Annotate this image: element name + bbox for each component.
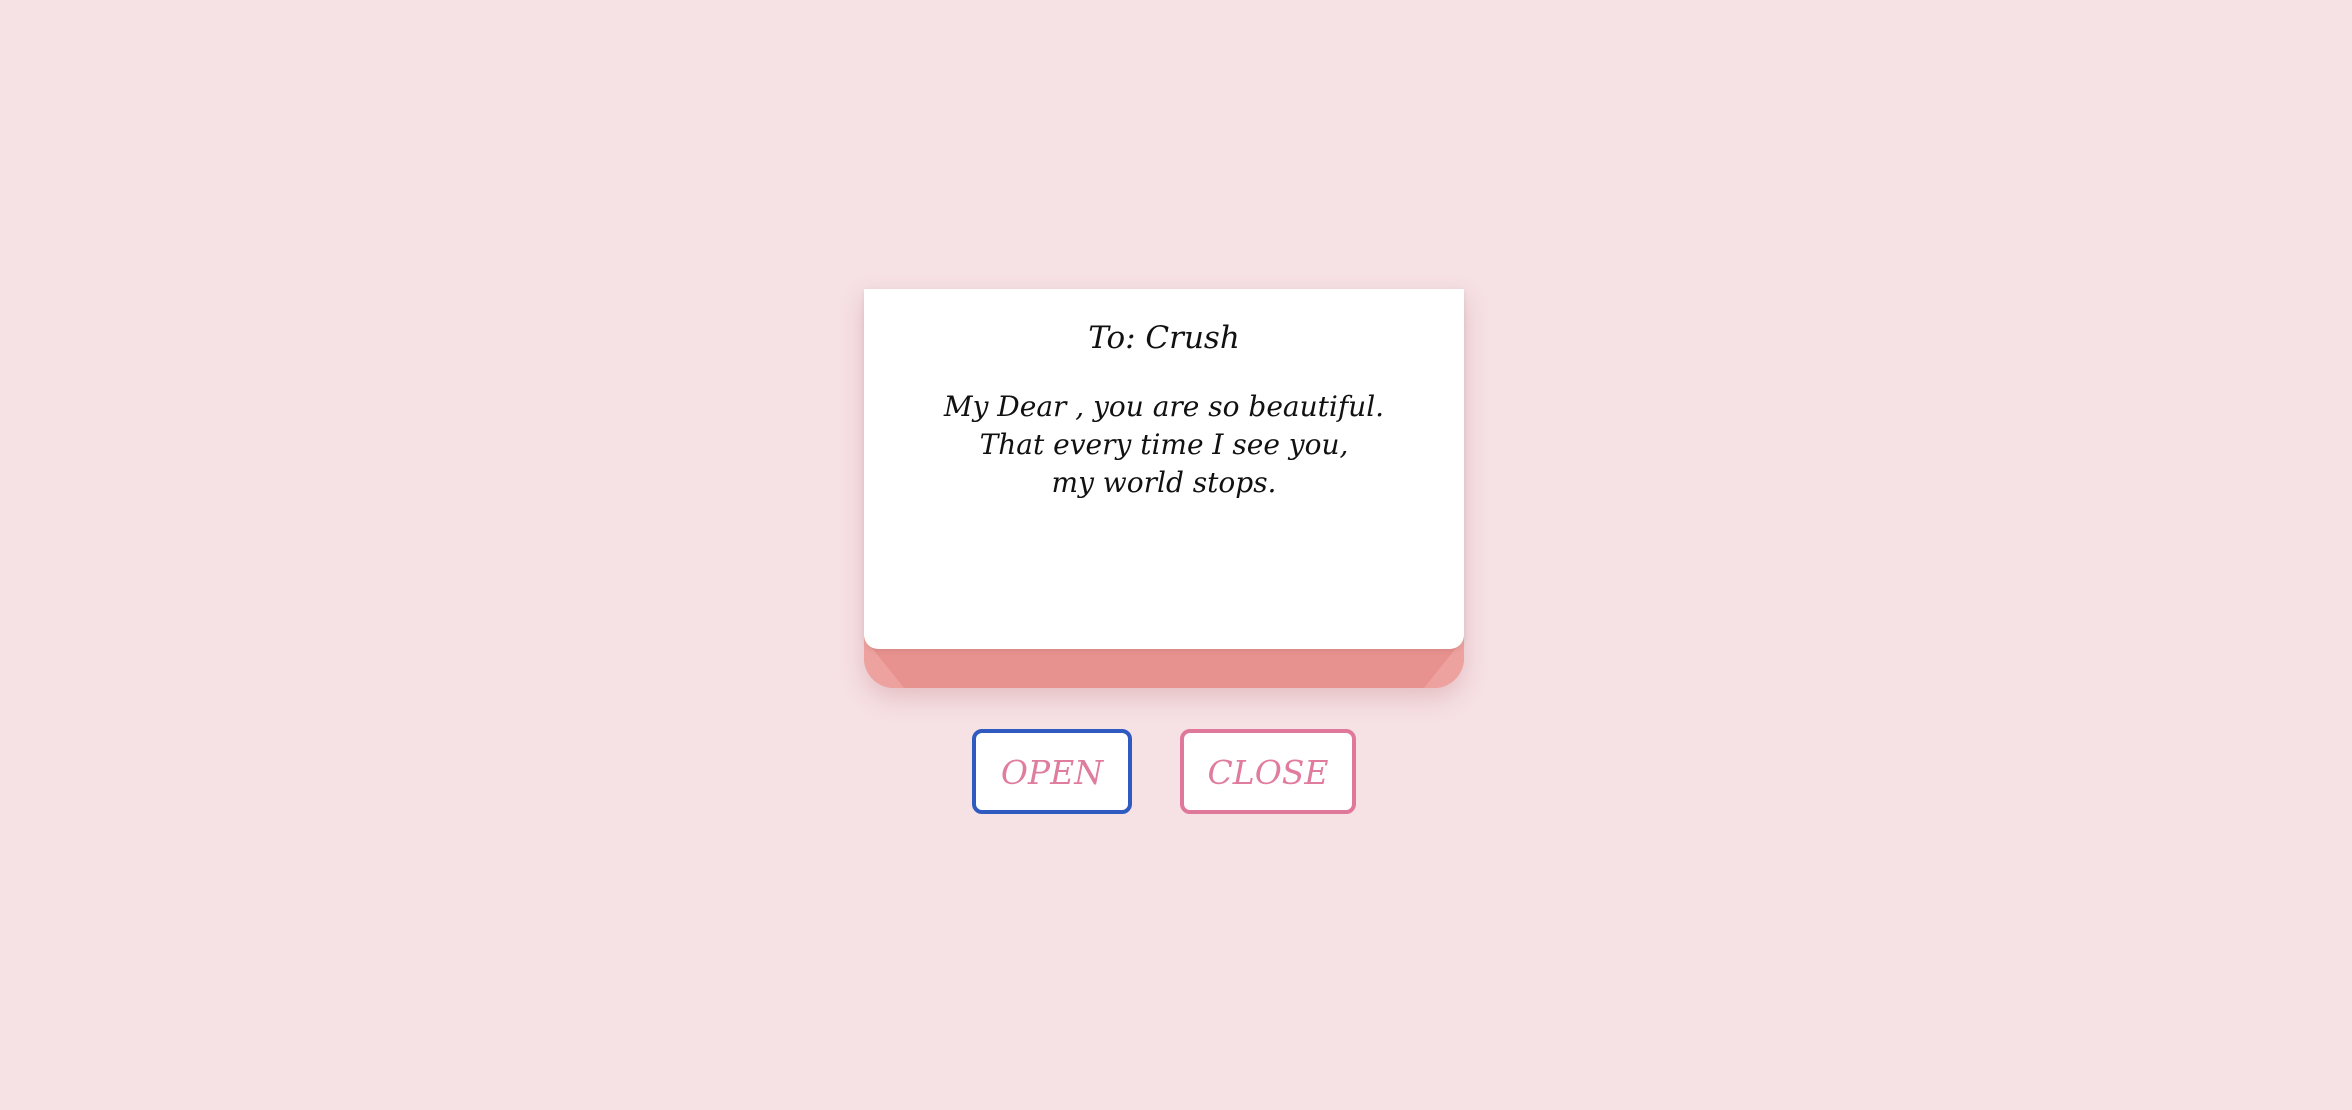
close-button[interactable]: CLOSE (1180, 729, 1356, 814)
open-button[interactable]: OPEN (972, 729, 1132, 814)
envelope: To: Crush My Dear , you are so beautiful… (864, 289, 1464, 689)
letter-card: To: Crush My Dear , you are so beautiful… (864, 289, 1464, 649)
letter-line: My Dear , you are so beautiful. (943, 390, 1385, 423)
letter-recipient: To: Crush (1088, 320, 1240, 356)
letter-line: my world stops. (1051, 466, 1277, 499)
letter-message: My Dear , you are so beautiful. That eve… (864, 388, 1464, 502)
letter-line: That every time I see you, (979, 428, 1349, 461)
page: To: Crush My Dear , you are so beautiful… (0, 0, 2352, 1110)
